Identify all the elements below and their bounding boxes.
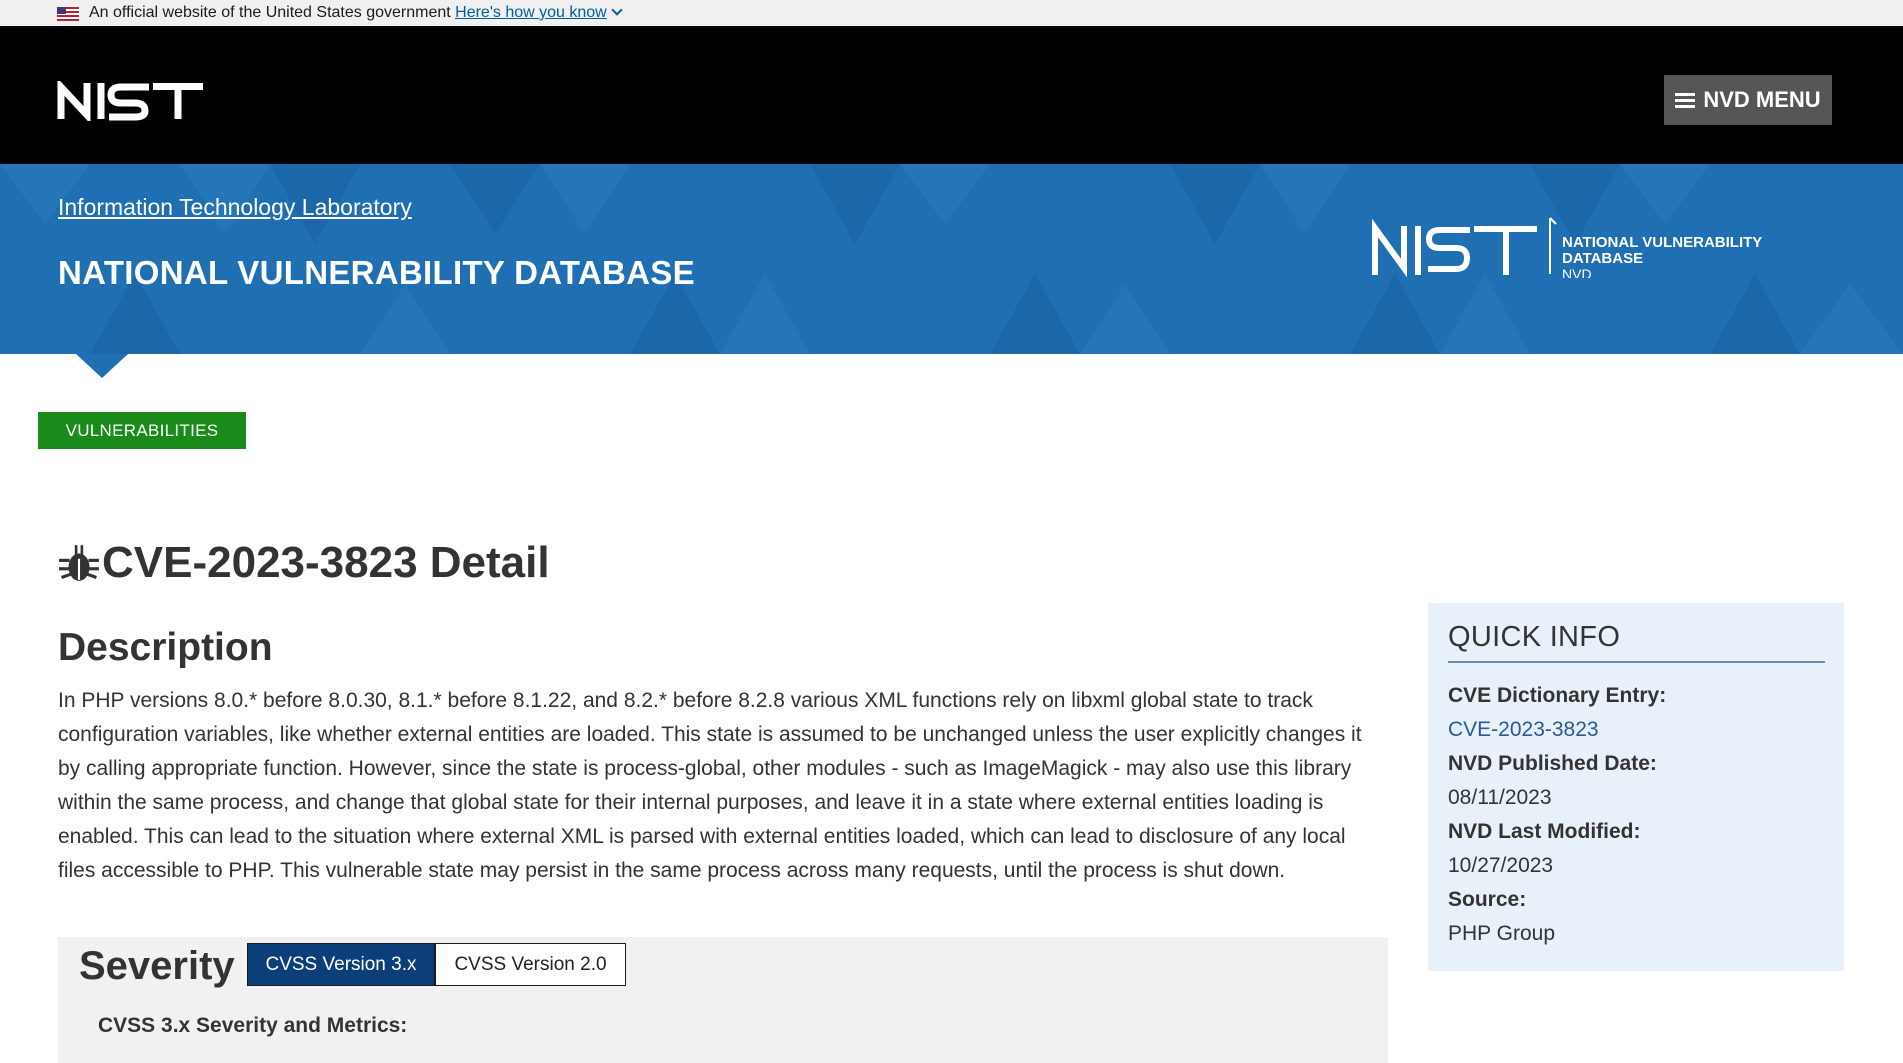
cve-entry-label: CVE Dictionary Entry: — [1448, 684, 1667, 707]
bug-icon — [59, 545, 99, 581]
tab-cvss-v3[interactable]: CVSS Version 3.x — [247, 943, 435, 986]
nvd-menu-button[interactable]: NVD MENU — [1664, 75, 1832, 125]
tab-cvss-v2[interactable]: CVSS Version 2.0 — [435, 943, 626, 986]
cvss3-subheading: CVSS 3.x Severity and Metrics: — [98, 1014, 408, 1037]
nvd-logo[interactable]: NATIONAL VULNERABILITY DATABASE NVD — [1372, 216, 1772, 278]
source-label: Source: — [1448, 888, 1527, 911]
site-header: NVD MENU — [0, 26, 1903, 164]
severity-heading: Severity — [79, 944, 235, 988]
nist-logo[interactable] — [57, 81, 205, 121]
description-heading: Description — [58, 626, 273, 669]
quick-info-list: CVE Dictionary Entry: CVE-2023-3823 NVD … — [1448, 679, 1666, 951]
description-text: In PHP versions 8.0.* before 8.0.30, 8.1… — [58, 689, 1362, 882]
cve-title-text: CVE-2023-3823 Detail — [102, 538, 550, 587]
cve-entry-link[interactable]: CVE-2023-3823 — [1448, 713, 1666, 747]
gov-banner: An official website of the United States… — [0, 0, 1903, 26]
chevron-down-icon — [611, 4, 623, 16]
nvd-title[interactable]: NATIONAL VULNERABILITY DATABASE — [58, 254, 695, 292]
last-modified-value: 10/27/2023 — [1448, 854, 1554, 877]
nvd-logo-line3: NVD — [1562, 266, 1592, 278]
published-date-value: 08/11/2023 — [1448, 786, 1552, 809]
quick-info-divider — [1448, 661, 1825, 663]
us-flag-icon — [57, 7, 79, 21]
hamburger-icon — [1675, 90, 1696, 111]
page-title: CVE-2023-3823 Detail — [58, 538, 550, 588]
itl-link[interactable]: Information Technology Laboratory — [58, 194, 412, 221]
nvd-logo-line1: NATIONAL VULNERABILITY — [1562, 234, 1762, 251]
quick-info-panel: QUICK INFO CVE Dictionary Entry: CVE-202… — [1428, 603, 1844, 971]
last-modified-label: NVD Last Modified: — [1448, 820, 1641, 843]
quick-info-title: QUICK INFO — [1448, 621, 1621, 653]
severity-panel: Severity CVSS Version 3.x CVSS Version 2… — [58, 937, 1388, 1063]
gov-banner-text: An official website of the United States… — [89, 0, 623, 26]
source-value: PHP Group — [1448, 922, 1555, 945]
published-date-label: NVD Published Date: — [1448, 752, 1657, 775]
nvd-banner: Information Technology Laboratory NATION… — [0, 164, 1903, 354]
banner-pointer — [76, 354, 128, 378]
vulnerabilities-tab[interactable]: VULNERABILITIES — [38, 412, 246, 449]
how-you-know-link[interactable]: Here's how you know — [455, 4, 623, 21]
nvd-logo-line2: DATABASE — [1562, 250, 1643, 267]
